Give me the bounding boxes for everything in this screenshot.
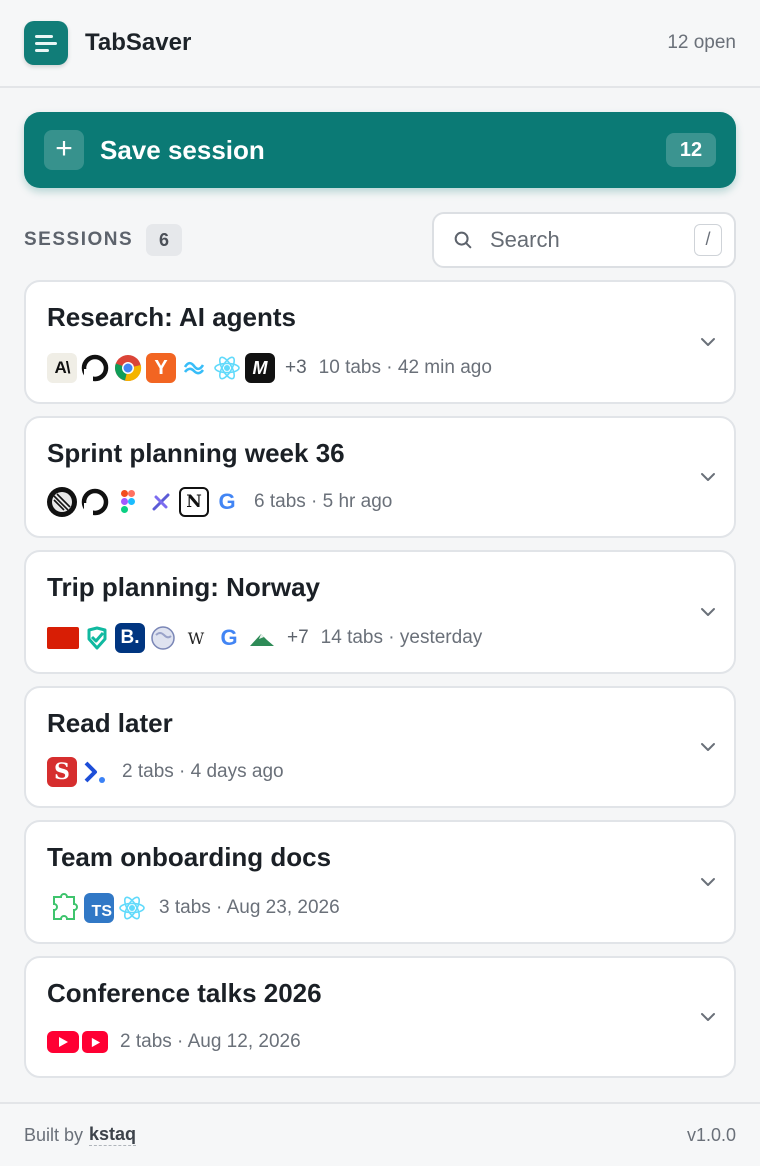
session-title: Research: AI agents bbox=[47, 302, 297, 332]
session-meta: N G 6 tabs · 5 hr ago bbox=[47, 486, 392, 518]
session-card[interactable]: Team onboarding docs TS 3 tabs · Aug 23,… bbox=[24, 820, 736, 944]
react-favicon-icon bbox=[117, 893, 147, 923]
medium-favicon-icon: M bbox=[245, 353, 275, 383]
session-card[interactable]: Sprint planning week 36 N G 6 tabs · 5 h… bbox=[24, 416, 736, 538]
github-favicon-icon bbox=[80, 353, 110, 383]
youtube-favicon-icon bbox=[47, 1031, 79, 1053]
search-box[interactable]: / bbox=[432, 212, 736, 268]
session-title: Sprint planning week 36 bbox=[47, 438, 345, 468]
search-icon bbox=[454, 231, 472, 249]
session-title: Team onboarding docs bbox=[47, 842, 332, 872]
more-tabs-count: +7 bbox=[287, 627, 309, 648]
youtube-favicon-icon bbox=[82, 1031, 108, 1053]
session-tabs-time: 3 tabs · Aug 23, 2026 bbox=[159, 897, 340, 918]
session-tabs-time: 10 tabs · 42 min ago bbox=[318, 357, 492, 378]
google-favicon-icon: G bbox=[218, 489, 236, 514]
wikipedia-favicon-icon: W bbox=[187, 628, 205, 648]
arrow-favicon-icon bbox=[80, 757, 110, 787]
booking-favicon-icon: B. bbox=[115, 623, 145, 653]
session-meta: A\ Y M +3 10 tabs · 42 min ago bbox=[47, 352, 492, 384]
check-favicon-icon bbox=[82, 623, 112, 653]
chevron-down-icon[interactable] bbox=[698, 872, 718, 892]
notion-favicon-icon: N bbox=[179, 487, 209, 517]
session-card[interactable]: Trip planning: Norway B. W G +7 14 tabs … bbox=[24, 550, 736, 674]
session-tabs-time: 6 tabs · 5 hr ago bbox=[254, 491, 393, 512]
app-title: TabSaver bbox=[85, 29, 192, 56]
more-tabs-count: +3 bbox=[285, 357, 307, 378]
puzzle-favicon-icon bbox=[47, 893, 81, 923]
github-favicon-icon bbox=[80, 487, 110, 517]
session-tabs-time: 2 tabs · Aug 12, 2026 bbox=[120, 1031, 301, 1052]
chevron-down-icon[interactable] bbox=[698, 467, 718, 487]
session-tabs-time: 14 tabs · yesterday bbox=[320, 627, 483, 648]
session-meta: 2 tabs · Aug 12, 2026 bbox=[47, 1026, 301, 1058]
sessions-heading: SESSIONS bbox=[24, 229, 134, 250]
substack-favicon-icon: S bbox=[47, 757, 77, 787]
session-card[interactable]: Research: AI agents A\ Y M +3 10 tabs · … bbox=[24, 280, 736, 404]
search-input[interactable] bbox=[490, 227, 694, 253]
figma-favicon-icon bbox=[113, 487, 143, 517]
favicon-strip: TS bbox=[47, 893, 147, 923]
author-link[interactable]: kstaq bbox=[89, 1124, 137, 1146]
session-meta: B. W G +7 14 tabs · yesterday bbox=[47, 622, 482, 654]
open-tab-count: 12 open bbox=[667, 32, 736, 53]
favicon-strip bbox=[47, 1031, 108, 1053]
session-title: Trip planning: Norway bbox=[47, 572, 321, 602]
favicon-strip: A\ Y M bbox=[47, 353, 275, 383]
chrome-favicon-icon bbox=[113, 353, 143, 383]
sessions-count-badge: 6 bbox=[146, 224, 182, 256]
tabsaver-logo-icon bbox=[24, 21, 68, 65]
google-favicon-icon: G bbox=[220, 625, 238, 650]
session-tabs-time: 2 tabs · 4 days ago bbox=[122, 761, 284, 782]
tailwind-favicon-icon bbox=[179, 353, 209, 383]
react-favicon-icon bbox=[212, 353, 242, 383]
typescript-favicon-icon: TS bbox=[84, 893, 114, 923]
plus-icon: + bbox=[44, 130, 84, 170]
session-title: Read later bbox=[47, 708, 173, 738]
version-label: v1.0.0 bbox=[686, 1124, 736, 1145]
chevron-down-icon[interactable] bbox=[698, 332, 718, 352]
tab-count-badge: 12 bbox=[666, 133, 716, 167]
chevron-down-icon[interactable] bbox=[698, 602, 718, 622]
session-title: Conference talks 2026 bbox=[47, 978, 322, 1008]
linear-favicon-icon bbox=[47, 487, 77, 517]
anthropic-favicon-icon: A\ bbox=[47, 353, 77, 383]
footer: Built by kstaq v1.0.0 bbox=[0, 1102, 760, 1166]
session-card[interactable]: Read later S 2 tabs · 4 days ago bbox=[24, 686, 736, 808]
ycombinator-favicon-icon: Y bbox=[146, 353, 176, 383]
chevron-down-icon[interactable] bbox=[698, 1007, 718, 1027]
save-session-label: Save session bbox=[100, 134, 265, 165]
chevron-down-icon[interactable] bbox=[698, 737, 718, 757]
session-card[interactable]: Conference talks 2026 2 tabs · Aug 12, 2… bbox=[24, 956, 736, 1078]
session-meta: S 2 tabs · 4 days ago bbox=[47, 756, 284, 788]
globe-favicon-icon bbox=[148, 623, 178, 653]
mountain-favicon-icon bbox=[247, 623, 277, 653]
save-session-button[interactable]: + Save session 12 bbox=[24, 112, 736, 188]
norwegian-favicon-icon bbox=[47, 627, 79, 649]
favicon-strip: S bbox=[47, 757, 110, 787]
search-shortcut-key: / bbox=[694, 224, 722, 256]
favicon-strip: N G bbox=[47, 487, 242, 517]
tool-favicon-icon bbox=[146, 487, 176, 517]
app-header: TabSaver 12 open bbox=[0, 0, 760, 88]
session-meta: TS 3 tabs · Aug 23, 2026 bbox=[47, 892, 340, 924]
favicon-strip: B. W G bbox=[47, 623, 277, 653]
built-by-label: Built by bbox=[24, 1124, 84, 1145]
